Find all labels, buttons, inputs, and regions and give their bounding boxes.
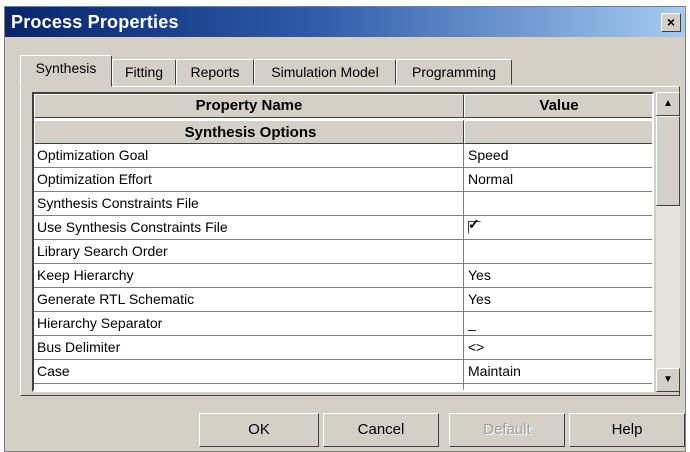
property-value[interactable] — [464, 192, 652, 216]
scroll-up-button[interactable]: ▲ — [656, 92, 680, 116]
property-row[interactable]: Generate RTL Schematic Yes — [34, 288, 652, 312]
section-title: Synthesis Options — [34, 120, 464, 144]
ok-button[interactable]: OK — [199, 413, 319, 447]
property-value[interactable]: Normal — [464, 168, 652, 192]
property-row[interactable]: Case Maintain — [34, 360, 652, 384]
scroll-down-button[interactable]: ▼ — [656, 368, 680, 392]
section-value — [464, 120, 652, 144]
property-grid: Property Name Value Synthesis Options Opt… — [32, 92, 654, 392]
property-name: Work Directory — [34, 384, 464, 390]
property-row[interactable]: Hierarchy Separator _ — [34, 312, 652, 336]
property-row[interactable]: Bus Delimiter <> — [34, 336, 652, 360]
property-row[interactable]: Library Search Order — [34, 240, 652, 264]
property-value[interactable]: Maintain — [464, 360, 652, 384]
property-name: Bus Delimiter — [34, 336, 464, 360]
property-row[interactable]: Optimization Effort Normal — [34, 168, 652, 192]
property-name: Synthesis Constraints File — [34, 192, 464, 216]
property-value[interactable]: ./xst — [464, 384, 652, 390]
property-name: Hierarchy Separator — [34, 312, 464, 336]
property-name: Library Search Order — [34, 240, 464, 264]
property-name: Use Synthesis Constraints File — [34, 216, 464, 240]
column-header-value[interactable]: Value — [464, 94, 652, 118]
cancel-button[interactable]: Cancel — [323, 413, 439, 447]
title-bar[interactable]: Process Properties × — [5, 7, 685, 37]
tab-fitting[interactable]: Fitting — [112, 59, 176, 85]
arrow-down-icon: ▼ — [663, 374, 673, 385]
default-button[interactable]: Default — [449, 413, 565, 447]
tab-synthesis[interactable]: Synthesis — [20, 55, 112, 87]
property-value[interactable]: Yes — [464, 288, 652, 312]
close-icon: × — [666, 14, 676, 30]
property-row[interactable]: Synthesis Constraints File — [34, 192, 652, 216]
help-button[interactable]: Help — [569, 413, 685, 447]
checkmark-icon: ✓ — [468, 216, 480, 232]
tab-simulation-model[interactable]: Simulation Model — [254, 59, 396, 85]
property-name: Optimization Effort — [34, 168, 464, 192]
property-name: Optimization Goal — [34, 144, 464, 168]
property-value-checkbox-cell[interactable]: ✓ — [464, 216, 652, 240]
property-name: Case — [34, 360, 464, 384]
property-value[interactable]: Yes — [464, 264, 652, 288]
property-name: Generate RTL Schematic — [34, 288, 464, 312]
property-value[interactable]: _ — [464, 312, 652, 336]
property-value[interactable]: Speed — [464, 144, 652, 168]
arrow-up-icon: ▲ — [663, 98, 673, 109]
vertical-scrollbar[interactable]: ▲ ▼ — [656, 92, 680, 392]
property-row[interactable]: Use Synthesis Constraints File ✓ — [34, 216, 652, 240]
property-row[interactable]: Optimization Goal Speed — [34, 144, 652, 168]
property-value[interactable] — [464, 240, 652, 264]
property-row[interactable]: Keep Hierarchy Yes — [34, 264, 652, 288]
property-value[interactable]: <> — [464, 336, 652, 360]
tab-reports[interactable]: Reports — [176, 59, 254, 85]
use-constraints-checkbox[interactable]: ✓ — [468, 217, 481, 234]
scroll-thumb[interactable] — [656, 116, 680, 206]
property-row[interactable]: Work Directory./xst — [34, 384, 652, 390]
property-name: Keep Hierarchy — [34, 264, 464, 288]
window-title: Process Properties — [11, 12, 179, 32]
column-header-property-name[interactable]: Property Name — [34, 94, 464, 118]
close-button[interactable]: × — [661, 13, 681, 32]
tab-programming[interactable]: Programming — [396, 59, 512, 85]
section-header-row: Synthesis Options — [34, 120, 652, 144]
